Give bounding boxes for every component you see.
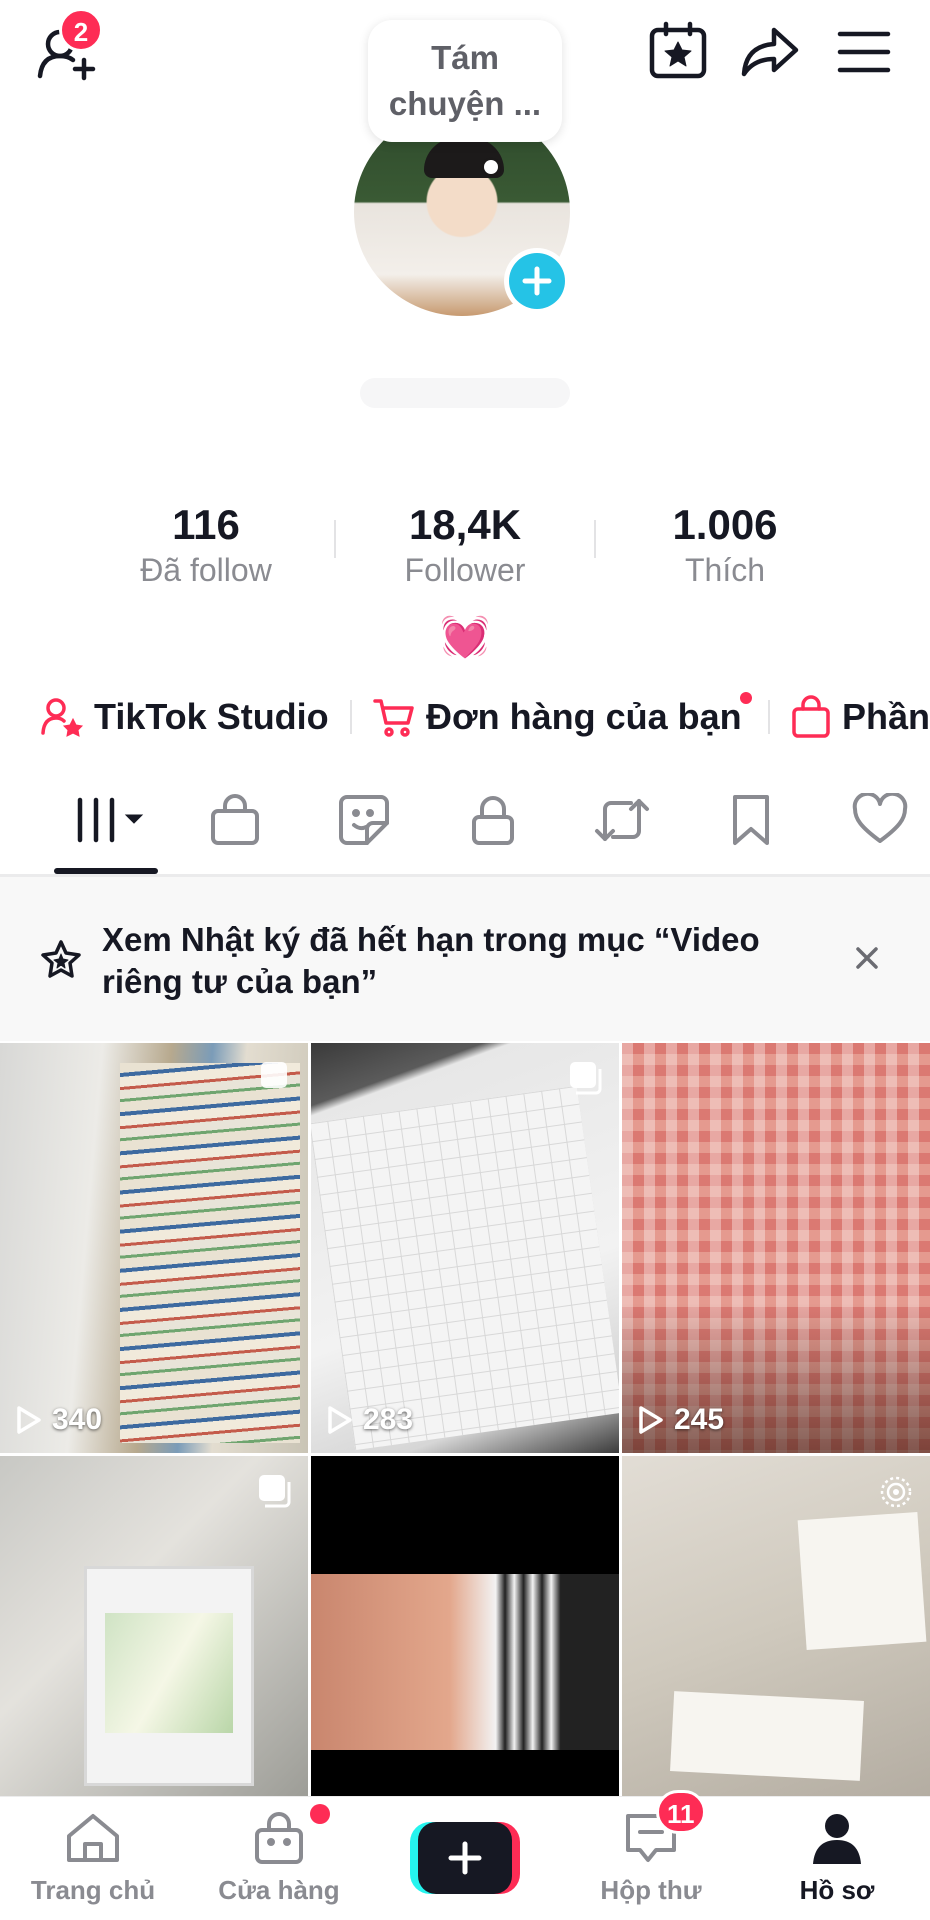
share-profile-button[interactable] xyxy=(738,20,802,84)
heat-seal-card xyxy=(84,1566,254,1786)
view-count: 283 xyxy=(325,1403,413,1437)
plus-icon xyxy=(522,266,552,296)
video-thumbnail[interactable]: 340 xyxy=(0,1043,308,1453)
books-pile xyxy=(120,1063,300,1443)
shopping-bag-icon xyxy=(792,695,830,738)
handwritten-note xyxy=(311,1085,619,1451)
add-avatar-button[interactable] xyxy=(504,248,570,314)
stat-likes[interactable]: 1.006 Thích xyxy=(605,500,845,590)
followers-label: Follower xyxy=(404,552,526,588)
video-thumbnail[interactable] xyxy=(622,1456,930,1796)
tab-reposts[interactable] xyxy=(582,790,662,850)
play-icon xyxy=(17,1406,41,1434)
video-grid-icon xyxy=(77,797,144,843)
calendar-star-icon xyxy=(649,21,707,79)
close-icon[interactable] xyxy=(852,943,882,973)
shop-dot xyxy=(310,1804,330,1824)
share-arrow-icon xyxy=(741,27,799,77)
sparkle-star-icon xyxy=(41,940,81,978)
view-count: 340 xyxy=(14,1403,102,1437)
repost-icon xyxy=(595,799,649,841)
nav-home[interactable]: Trang chủ xyxy=(0,1810,186,1906)
multi-photo-icon xyxy=(570,1062,602,1095)
stat-divider xyxy=(594,520,596,558)
tiktok-studio-button[interactable]: TikTok Studio xyxy=(40,690,329,744)
nav-inbox[interactable]: Hộp thư 11 xyxy=(558,1790,744,1906)
video-thumbnail[interactable] xyxy=(0,1456,308,1796)
following-count: 116 xyxy=(172,501,240,548)
video-thumbnail[interactable]: 283 xyxy=(311,1043,619,1453)
heart-icon xyxy=(852,793,908,843)
showcase-label: Phần xyxy=(842,696,930,737)
tab-videos[interactable] xyxy=(54,790,158,850)
username-blurred xyxy=(360,378,570,408)
following-label: Đã follow xyxy=(140,552,272,588)
studio-user-star-icon xyxy=(41,698,84,737)
nav-inbox-label: Hộp thư xyxy=(600,1875,702,1905)
home-icon xyxy=(67,1814,119,1862)
orders-dot xyxy=(739,692,752,704)
nav-profile[interactable]: Hồ sơ xyxy=(744,1810,930,1906)
play-icon xyxy=(639,1406,663,1434)
bookmark-icon xyxy=(733,795,769,845)
stat-followers[interactable]: 18,4K Follower xyxy=(345,500,585,590)
likes-count: 1.006 xyxy=(672,501,778,548)
shortcut-divider xyxy=(350,700,352,734)
followers-count: 18,4K xyxy=(408,501,522,548)
tiktok-studio-label: TikTok Studio xyxy=(94,696,329,737)
note-text: Tám chuyện ... xyxy=(388,39,542,122)
bio-emoji: 💓 xyxy=(440,615,490,659)
add-friend-badge: 2 xyxy=(59,8,103,52)
view-count: 245 xyxy=(636,1403,724,1437)
add-friend-button[interactable]: 2 xyxy=(34,8,104,84)
lock-icon xyxy=(472,796,514,845)
tab-saved[interactable] xyxy=(711,790,791,850)
sticker-smile-icon xyxy=(339,795,389,845)
note-bubble[interactable]: Tám chuyện ... xyxy=(368,20,562,142)
note-bubble-tail xyxy=(484,160,498,174)
hamburger-menu-icon xyxy=(837,31,891,73)
orders-label: Đơn hàng của bạn xyxy=(426,696,742,737)
live-photo-icon xyxy=(880,1476,912,1508)
likes-label: Thích xyxy=(684,552,766,588)
nav-profile-label: Hồ sơ xyxy=(799,1875,875,1905)
tab-private[interactable] xyxy=(453,790,533,850)
shop-icon xyxy=(255,1812,303,1864)
calendar-star-button[interactable] xyxy=(646,20,710,84)
nav-shop[interactable]: Cửa hàng xyxy=(186,1804,372,1906)
tab-shop[interactable] xyxy=(195,790,275,850)
orders-button[interactable]: Đơn hàng của bạn xyxy=(372,690,752,744)
profile-person-icon xyxy=(813,1814,861,1864)
shortcut-divider xyxy=(768,700,770,734)
shop-bag-icon xyxy=(211,794,259,845)
create-button[interactable] xyxy=(410,1822,520,1894)
play-icon xyxy=(328,1406,352,1434)
inbox-badge: 11 xyxy=(656,1790,706,1834)
multi-photo-icon xyxy=(259,1475,291,1508)
nav-home-label: Trang chủ xyxy=(30,1875,156,1905)
showcase-button[interactable]: Phần xyxy=(790,690,930,744)
multi-photo-icon xyxy=(261,1062,287,1088)
menu-button[interactable] xyxy=(834,24,894,80)
plus-icon xyxy=(448,1841,482,1875)
video-thumbnail[interactable]: 245 xyxy=(622,1043,930,1453)
expired-stories-banner[interactable]: Xem Nhật ký đã hết hạn trong mục “Video … xyxy=(0,877,930,1041)
tab-liked[interactable] xyxy=(840,790,920,850)
cart-icon xyxy=(373,699,414,737)
video-thumbnail[interactable] xyxy=(311,1456,619,1796)
stat-divider xyxy=(334,520,336,558)
tab-stickers[interactable] xyxy=(324,790,404,850)
stat-following[interactable]: 116 Đã follow xyxy=(86,500,326,590)
nav-shop-label: Cửa hàng xyxy=(218,1875,340,1905)
banner-text: Xem Nhật ký đã hết hạn trong mục “Video … xyxy=(102,921,760,1000)
person-video xyxy=(311,1574,619,1750)
